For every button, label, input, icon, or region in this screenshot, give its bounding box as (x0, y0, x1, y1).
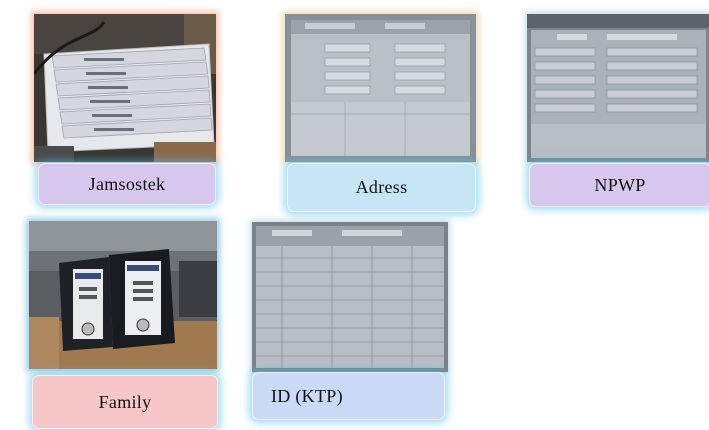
npwp-label[interactable]: NPWP (529, 163, 709, 207)
family-label[interactable]: Family (32, 375, 218, 429)
adress-form-screen-photo (285, 14, 476, 162)
ktp-table-screen-photo (252, 222, 448, 372)
jamsostek-document-stack-photo (34, 14, 216, 162)
id-ktp-label[interactable]: ID (KTP) (252, 372, 445, 420)
family-binder-folders-photo (29, 221, 217, 369)
npwp-form-screen-photo (527, 14, 709, 162)
adress-label[interactable]: Adress (287, 163, 476, 212)
jamsostek-label[interactable]: Jamsostek (38, 163, 216, 205)
